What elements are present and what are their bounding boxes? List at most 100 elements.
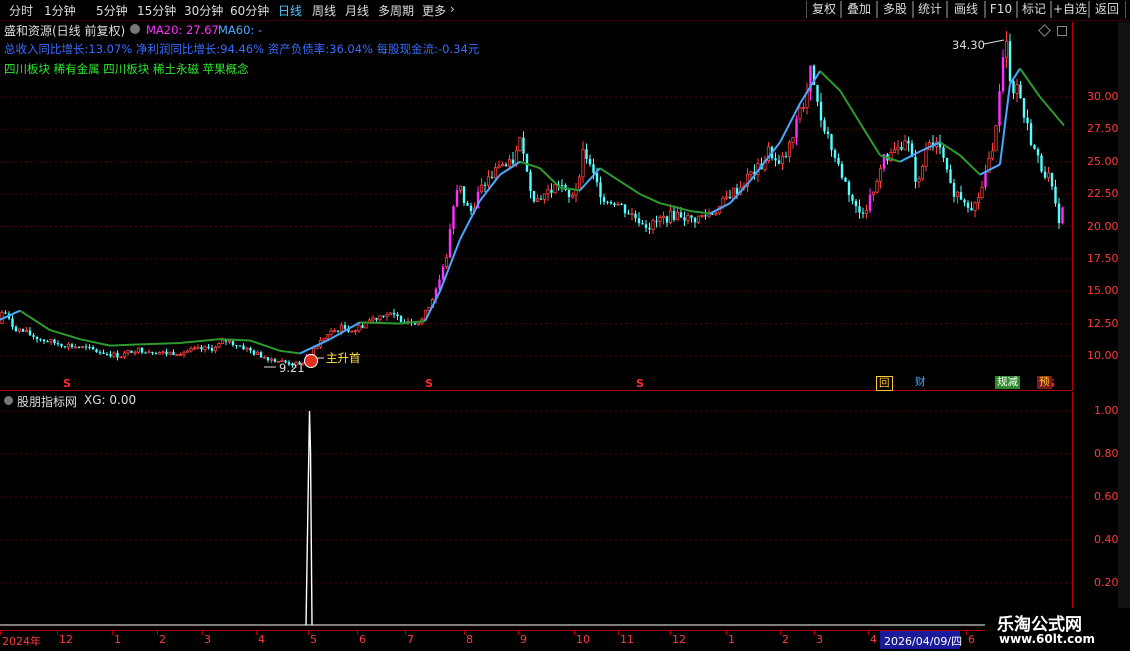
badge-hui[interactable]: 回 [876,376,893,391]
candle [973,201,977,218]
candle [963,198,966,207]
signal-marker: S [636,377,644,390]
candle [623,203,627,218]
period-tab-10[interactable]: 更多 [422,2,446,19]
candle [1033,144,1036,150]
badge-yu[interactable]: 预 [1037,376,1052,389]
candle [189,346,193,353]
candle [976,192,981,210]
price-tick: 30.00 [1087,90,1119,103]
candle-body [172,352,175,355]
candle [479,178,484,194]
date-tick-mark [780,631,781,635]
candle-body [35,336,39,340]
candle [490,170,494,180]
candlestick-chart[interactable] [0,22,1072,390]
date-label: 6 [968,633,975,646]
toolbar-button-5[interactable]: F10 [984,1,1018,18]
candle [14,324,18,333]
period-tab-6[interactable]: 日线 [278,2,302,19]
candle-body [700,214,704,217]
date-label: 8 [466,633,473,646]
ma20-line-segment [424,290,441,322]
candle [844,176,847,182]
candle-body [942,147,945,158]
date-label: 12 [672,633,686,646]
candle-body [140,347,144,353]
candle [686,212,690,225]
candle [17,328,22,334]
ma20-line-segment [689,209,711,215]
ma20-line-segment [1009,67,1021,85]
toolbar-button-0[interactable]: 复权 [806,1,842,18]
period-tab-4[interactable]: 30分钟 [184,2,223,19]
candle-body [504,164,508,167]
candle [273,357,277,363]
candle [627,209,630,215]
candle-body [661,215,666,219]
candle [858,199,861,219]
candle-body [990,150,995,159]
period-tab-2[interactable]: 5分钟 [96,2,128,19]
candle-body [648,227,651,230]
concept-tags: 四川板块 稀有金属 四川板块 稀土永磁 苹果概念 [4,62,249,76]
candle-body [1057,203,1061,224]
candle-body [70,344,74,347]
candle-body [795,118,798,138]
candle-body [238,345,242,347]
toolbar-button-2[interactable]: 多股 [876,1,914,18]
toolbar-button-6[interactable]: 标记 [1016,1,1052,18]
more-chevron-icon[interactable]: › [450,2,455,16]
badge-cai[interactable]: 财 [913,376,928,389]
candle [914,149,917,189]
high-price-label: 34.30 [952,38,985,52]
candle [683,211,686,226]
candle [704,209,707,220]
candle-body [798,107,802,120]
candle-body [486,176,491,186]
candle-body [444,256,449,267]
candle-body [577,176,582,191]
period-tab-1[interactable]: 1分钟 [44,2,76,19]
indicator-chart[interactable] [0,392,1072,628]
candle-body [535,198,540,202]
period-tab-9[interactable]: 多周期 [378,2,414,19]
period-tab-5[interactable]: 60分钟 [230,2,269,19]
ma20-line-segment [659,202,691,212]
candle-body [80,346,85,348]
date-tick-mark [57,631,58,635]
candle-body [375,317,378,320]
toolbar-button-3[interactable]: 统计 [912,1,948,18]
settings-circle-icon[interactable] [130,24,140,34]
candle [1054,179,1057,207]
period-tab-8[interactable]: 月线 [345,2,369,19]
candle [581,141,585,184]
candle-body [220,339,225,344]
candle [648,222,651,234]
candle [801,102,806,113]
period-tab-7[interactable]: 周线 [312,2,336,19]
candle [970,201,973,211]
side-scrollbar[interactable] [1118,22,1130,630]
indicator-settings-icon[interactable] [4,396,13,405]
candle [231,340,235,347]
period-tab-0[interactable]: 分时 [9,2,33,19]
candle-body [1061,207,1064,224]
candle-body [458,185,463,191]
toolbar-button-8[interactable]: 返回 [1088,1,1126,18]
candle [1008,33,1012,89]
candle-body [973,202,977,211]
candle [816,84,819,107]
toolbar-button-7[interactable]: +自选 [1050,1,1090,18]
badge-guijian[interactable]: 规减 [995,376,1020,389]
period-tab-3[interactable]: 15分钟 [137,2,176,19]
toolbar-button-1[interactable]: 叠加 [840,1,878,18]
maximize-icon[interactable] [1057,26,1067,36]
price-tick: 12.50 [1087,316,1119,330]
indicator-spike [305,410,313,626]
candle [361,323,364,329]
candle [634,210,637,223]
toolbar-button-4[interactable]: 画线 [946,1,986,18]
candle [122,350,127,359]
candle-body [178,354,183,356]
